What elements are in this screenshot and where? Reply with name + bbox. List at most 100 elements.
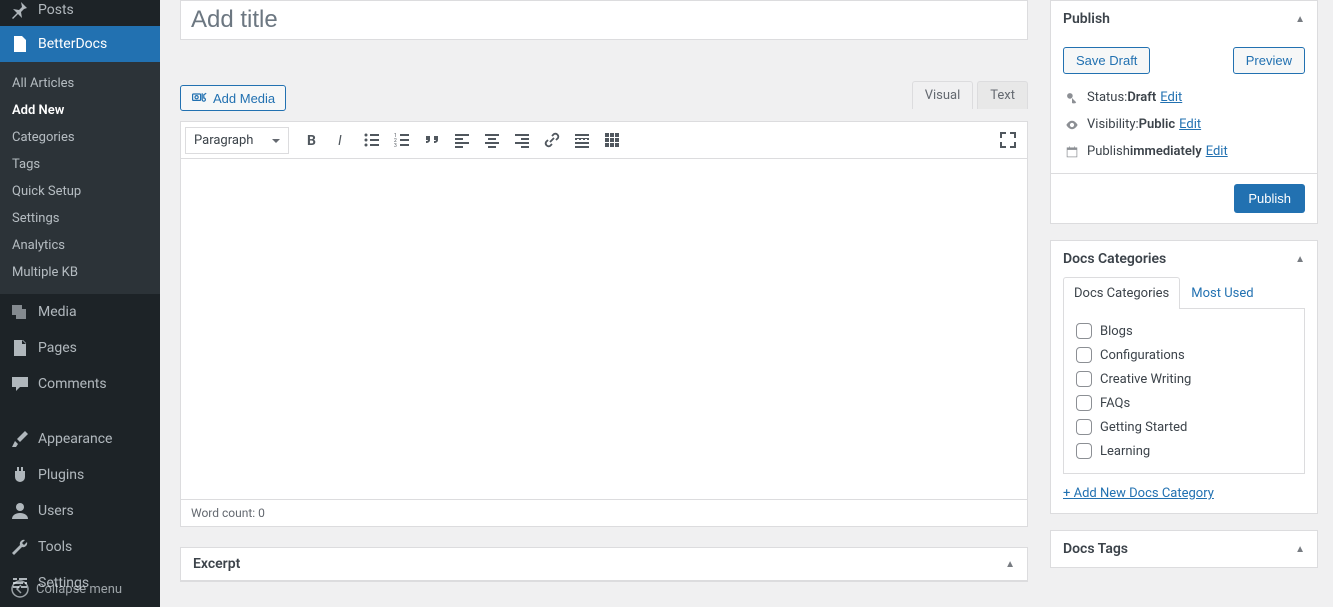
docs-tags-box: Docs Tags ▲	[1050, 530, 1318, 568]
svg-text:3: 3	[394, 143, 397, 149]
collapse-menu[interactable]: Collapse menu	[0, 571, 160, 607]
publish-header[interactable]: Publish ▲	[1051, 1, 1317, 37]
sidebar-item-betterdocs[interactable]: BetterDocs	[0, 26, 160, 62]
editor-toolbar: Paragraph B I 123	[180, 121, 1028, 159]
fullscreen-button[interactable]	[994, 126, 1022, 154]
add-media-button[interactable]: Add Media	[180, 85, 286, 111]
category-checkbox[interactable]	[1076, 419, 1092, 435]
chevron-up-icon[interactable]: ▲	[1295, 544, 1305, 555]
sidebar-item-media[interactable]: Media	[0, 294, 160, 330]
status-row: Status: Draft Edit	[1051, 84, 1317, 111]
submenu-settings[interactable]: Settings	[0, 205, 160, 232]
editor-mode-tabs: Visual Text	[908, 81, 1028, 109]
category-tabs: Docs Categories Most Used	[1063, 277, 1305, 309]
admin-sidebar: Posts BetterDocs All Articles Add New Ca…	[0, 0, 160, 607]
status-edit-link[interactable]: Edit	[1160, 90, 1182, 105]
chevron-up-icon[interactable]: ▲	[1295, 254, 1305, 265]
chevron-up-icon[interactable]: ▲	[1005, 559, 1015, 570]
sidebar-item-posts[interactable]: Posts	[0, 0, 160, 26]
tab-most-used[interactable]: Most Used	[1180, 277, 1264, 309]
sidebar-item-appearance[interactable]: Appearance	[0, 421, 160, 457]
key-icon	[1063, 91, 1081, 105]
bold-button[interactable]: B	[298, 126, 326, 154]
align-right-button[interactable]	[508, 126, 536, 154]
category-item[interactable]: Learning	[1076, 439, 1292, 463]
quote-button[interactable]	[418, 126, 446, 154]
submenu-tags[interactable]: Tags	[0, 151, 160, 178]
schedule-edit-link[interactable]: Edit	[1206, 144, 1228, 159]
submenu-multiple-kb[interactable]: Multiple KB	[0, 259, 160, 286]
eye-icon	[1063, 118, 1081, 132]
publish-button[interactable]: Publish	[1234, 184, 1305, 213]
status-value: Draft	[1127, 90, 1156, 105]
user-icon	[10, 501, 30, 521]
calendar-icon	[1063, 145, 1081, 159]
sidebar-item-pages[interactable]: Pages	[0, 330, 160, 366]
tab-visual[interactable]: Visual	[912, 81, 974, 109]
sidebar-item-tools[interactable]: Tools	[0, 529, 160, 565]
category-checkbox[interactable]	[1076, 347, 1092, 363]
sidebar-label: BetterDocs	[38, 36, 107, 52]
document-icon	[10, 34, 30, 54]
bullet-list-button[interactable]	[358, 126, 386, 154]
format-select[interactable]: Paragraph	[185, 127, 289, 154]
category-item[interactable]: Getting Started	[1076, 415, 1292, 439]
category-item[interactable]: Blogs	[1076, 319, 1292, 343]
save-draft-button[interactable]: Save Draft	[1063, 47, 1150, 74]
link-button[interactable]	[538, 126, 566, 154]
publish-box: Publish ▲ Save Draft Preview Status: Dra…	[1050, 0, 1318, 224]
sidebar-item-plugins[interactable]: Plugins	[0, 457, 160, 493]
category-checkbox[interactable]	[1076, 323, 1092, 339]
excerpt-header[interactable]: Excerpt ▲	[181, 548, 1027, 581]
visibility-edit-link[interactable]: Edit	[1179, 117, 1201, 132]
docs-categories-header[interactable]: Docs Categories ▲	[1051, 241, 1317, 277]
sidebar-label: Posts	[38, 2, 74, 18]
category-item[interactable]: Creative Writing	[1076, 367, 1292, 391]
svg-text:B: B	[307, 133, 316, 149]
tab-text[interactable]: Text	[977, 81, 1028, 109]
status-label: Status:	[1087, 90, 1127, 105]
publish-title: Publish	[1063, 11, 1110, 27]
docs-categories-title: Docs Categories	[1063, 251, 1166, 267]
publish-actions: Save Draft Preview	[1051, 37, 1317, 84]
sidebar-label: Media	[38, 304, 77, 320]
category-checkbox[interactable]	[1076, 371, 1092, 387]
docs-categories-box: Docs Categories ▲ Docs Categories Most U…	[1050, 240, 1318, 514]
italic-button[interactable]: I	[328, 126, 356, 154]
sidebar-item-comments[interactable]: Comments	[0, 366, 160, 402]
numbered-list-button[interactable]: 123	[388, 126, 416, 154]
tab-docs-categories[interactable]: Docs Categories	[1063, 277, 1180, 309]
category-checkbox[interactable]	[1076, 443, 1092, 459]
submenu-analytics[interactable]: Analytics	[0, 232, 160, 259]
chevron-up-icon[interactable]: ▲	[1295, 14, 1305, 25]
page-icon	[10, 338, 30, 358]
media-icon	[10, 302, 30, 322]
pushpin-icon	[10, 0, 30, 20]
submenu-add-new[interactable]: Add New	[0, 97, 160, 124]
submenu-categories[interactable]: Categories	[0, 124, 160, 151]
publish-time-value: immediately	[1130, 144, 1202, 159]
category-list: Blogs Configurations Creative Writing FA…	[1063, 309, 1305, 474]
editor-textarea[interactable]	[180, 159, 1028, 500]
category-checkbox[interactable]	[1076, 395, 1092, 411]
sidebar-label: Tools	[38, 539, 72, 555]
preview-button[interactable]: Preview	[1233, 47, 1305, 74]
submenu-quick-setup[interactable]: Quick Setup	[0, 178, 160, 205]
read-more-button[interactable]	[568, 126, 596, 154]
add-new-category-link[interactable]: + Add New Docs Category	[1051, 486, 1317, 513]
plug-icon	[10, 465, 30, 485]
visibility-label: Visibility:	[1087, 117, 1139, 132]
sidebar-item-users[interactable]: Users	[0, 493, 160, 529]
align-center-button[interactable]	[478, 126, 506, 154]
category-item[interactable]: Configurations	[1076, 343, 1292, 367]
submenu-all-articles[interactable]: All Articles	[0, 70, 160, 97]
sidebar-label: Users	[38, 503, 74, 519]
toolbar-toggle-button[interactable]	[598, 126, 626, 154]
excerpt-title: Excerpt	[193, 556, 240, 572]
sidebar-label: Pages	[38, 340, 77, 356]
align-left-button[interactable]	[448, 126, 476, 154]
category-item[interactable]: FAQs	[1076, 391, 1292, 415]
title-input[interactable]	[180, 0, 1028, 40]
editor-wrap: Add Media Visual Text Paragraph B I 123 …	[180, 85, 1028, 527]
docs-tags-header[interactable]: Docs Tags ▲	[1051, 531, 1317, 567]
